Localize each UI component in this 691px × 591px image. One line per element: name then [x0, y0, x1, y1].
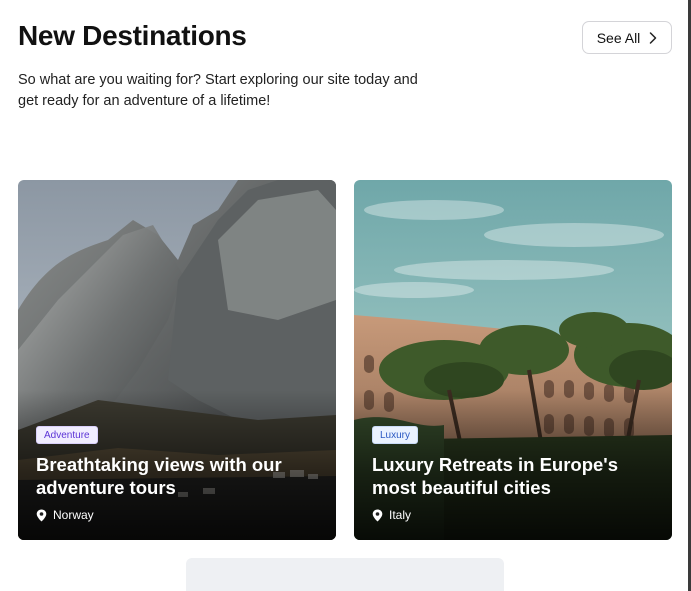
see-all-button[interactable]: See All: [582, 21, 672, 54]
destination-card[interactable]: Luxury Luxury Retreats in Europe's most …: [354, 180, 672, 540]
destination-card[interactable]: Adventure Breathtaking views with our ad…: [18, 180, 336, 540]
destination-card-partial[interactable]: [186, 558, 504, 591]
card-location-label: Norway: [53, 508, 94, 522]
card-tag: Luxury: [372, 426, 419, 444]
card-location: Italy: [372, 508, 411, 522]
map-pin-icon: [372, 509, 383, 521]
see-all-label: See All: [596, 29, 641, 46]
section-title: New Destinations: [18, 20, 247, 51]
card-location-label: Italy: [389, 508, 412, 522]
section-subtitle: So what are you waiting for? Start explo…: [18, 72, 418, 109]
card-title: Breathtaking views with our adventure to…: [36, 454, 282, 498]
map-pin-icon: [36, 509, 47, 521]
card-tag: Adventure: [36, 426, 98, 444]
chevron-right-icon: [650, 31, 657, 44]
card-location: Norway: [36, 508, 94, 522]
card-title: Luxury Retreats in Europe's most beautif…: [372, 454, 618, 498]
